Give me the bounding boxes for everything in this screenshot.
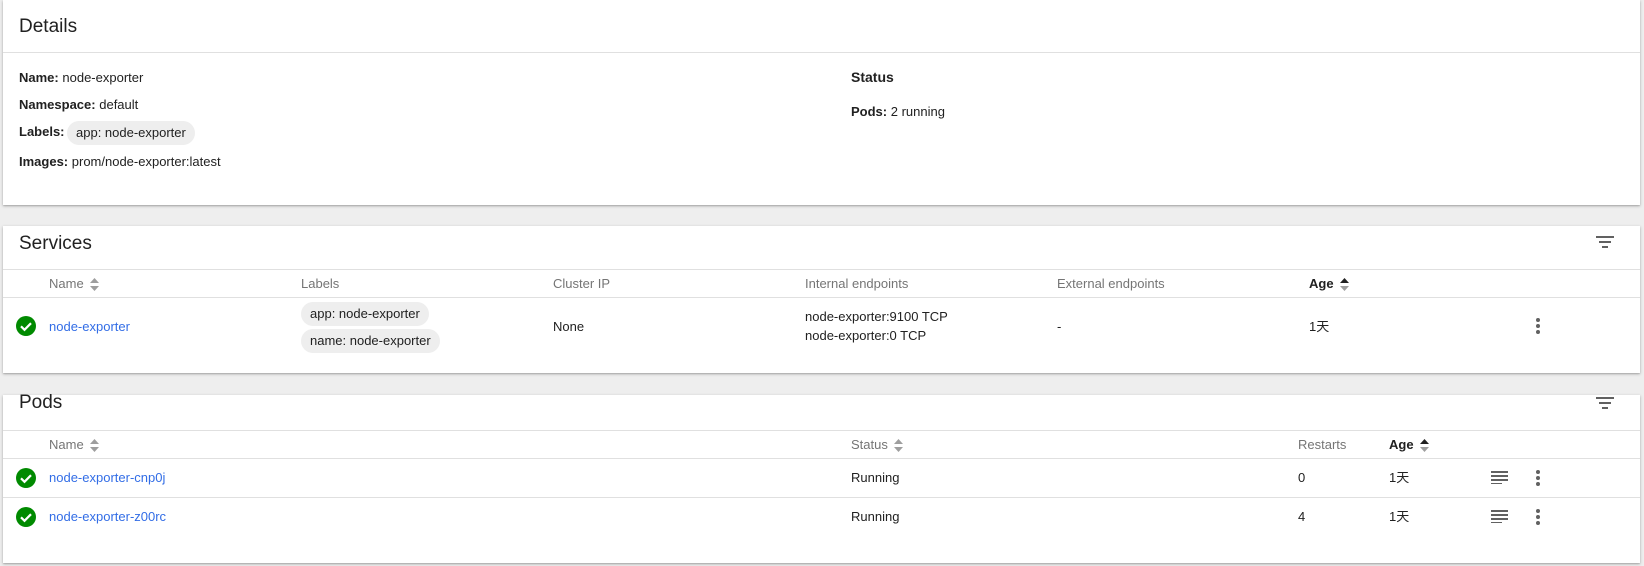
status-title: Status — [851, 69, 894, 85]
col-header-name[interactable]: Name — [49, 276, 100, 292]
sort-ascending-icon — [1340, 278, 1350, 292]
detail-namespace-value: default — [99, 97, 139, 112]
service-name-link[interactable]: node-exporter — [49, 319, 130, 335]
check-circle-icon — [16, 507, 36, 527]
detail-labels-chips: app: node-exporter — [67, 121, 195, 145]
detail-images: Images: prom/node-exporter:latest — [19, 154, 221, 170]
more-vert-icon[interactable] — [1536, 318, 1540, 334]
logs-icon[interactable] — [1491, 510, 1508, 523]
pods-title: Pods — [19, 392, 63, 413]
col-header-external-endpoints: External endpoints — [1057, 276, 1165, 291]
filter-icon[interactable] — [1596, 396, 1614, 410]
sort-icon — [894, 439, 904, 453]
col-header-name[interactable]: Name — [49, 437, 100, 453]
more-vert-icon[interactable] — [1536, 509, 1540, 525]
more-vert-icon[interactable] — [1536, 470, 1540, 486]
service-labels-2: name: node-exporter — [301, 329, 440, 353]
detail-images-value: prom/node-exporter:latest — [71, 154, 221, 169]
pod-name-link[interactable]: node-exporter-z00rc — [49, 509, 166, 525]
pod-status: Running — [851, 509, 900, 524]
pod-status: Running — [851, 470, 900, 485]
col-header-age[interactable]: Age — [1389, 437, 1430, 453]
detail-name-value: node-exporter — [62, 70, 144, 85]
col-header-name-label: Name — [49, 437, 84, 452]
detail-labels-label-text: Labels: — [19, 124, 65, 139]
check-circle-icon — [16, 468, 36, 488]
service-cluster-ip: None — [553, 319, 585, 334]
sort-ascending-icon — [1420, 439, 1430, 453]
detail-pods-value: 2 running — [890, 104, 945, 119]
service-age: 1天 — [1309, 319, 1330, 334]
pod-name-link[interactable]: node-exporter-cnp0j — [49, 470, 165, 486]
pod-restarts: 4 — [1298, 509, 1306, 524]
sort-icon — [90, 439, 100, 453]
col-header-age-label: Age — [1389, 437, 1414, 452]
pod-restarts: 0 — [1298, 470, 1306, 485]
pods-title-divider — [3, 430, 1640, 431]
col-header-status-label: Status — [851, 437, 888, 452]
detail-namespace: Namespace: default — [19, 97, 138, 113]
service-external-endpoint: - — [1057, 319, 1062, 334]
check-circle-icon — [16, 316, 36, 336]
detail-images-label: Images: — [19, 154, 69, 169]
pods-row-divider — [3, 497, 1640, 498]
col-header-restarts: Restarts — [1298, 437, 1347, 452]
label-chip: app: node-exporter — [67, 121, 195, 145]
pod-age: 1天 — [1389, 509, 1410, 524]
detail-namespace-label: Namespace: — [19, 97, 96, 112]
details-title: Details — [19, 16, 78, 37]
label-chip: name: node-exporter — [301, 329, 440, 353]
pod-age: 1天 — [1389, 470, 1410, 485]
detail-name: Name: node-exporter — [19, 70, 143, 86]
col-header-name-label: Name — [49, 276, 84, 291]
services-header-divider — [3, 297, 1640, 298]
logs-icon[interactable] — [1491, 471, 1508, 484]
service-labels: app: node-exporter — [301, 302, 429, 326]
service-internal-endpoint-1: node-exporter:9100 TCP — [805, 309, 948, 324]
col-header-internal-endpoints: Internal endpoints — [805, 276, 909, 291]
col-header-labels: Labels — [301, 276, 340, 291]
detail-labels-label: Labels: — [19, 124, 65, 140]
pods-header-divider — [3, 458, 1640, 459]
pods-card: Pods Name Status Restarts Age node-expor… — [3, 392, 1640, 563]
col-header-age-label: Age — [1309, 276, 1334, 291]
detail-pods-label: Pods: — [851, 104, 888, 119]
col-header-cluster-ip: Cluster IP — [553, 276, 611, 291]
filter-icon[interactable] — [1596, 235, 1614, 249]
detail-pods: Pods: 2 running — [851, 104, 945, 120]
col-header-age[interactable]: Age — [1309, 276, 1350, 292]
col-header-status[interactable]: Status — [851, 437, 904, 453]
services-title-divider — [3, 269, 1640, 270]
detail-name-label: Name: — [19, 70, 59, 85]
details-divider — [3, 52, 1640, 53]
label-chip: app: node-exporter — [301, 302, 429, 326]
sort-icon — [90, 278, 100, 292]
services-card: Services Name Labels Cluster IP Internal… — [3, 226, 1640, 373]
services-title: Services — [19, 233, 92, 254]
details-card: Details Name: node-exporter Namespace: d… — [3, 0, 1640, 205]
service-internal-endpoint-2: node-exporter:0 TCP — [805, 328, 927, 343]
